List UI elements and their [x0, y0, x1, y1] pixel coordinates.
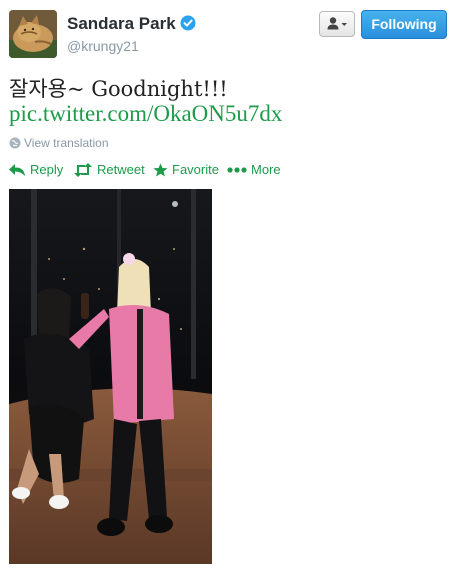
- star-icon: [153, 163, 168, 177]
- retweet-icon: [74, 163, 92, 177]
- cat-avatar-image: [9, 10, 57, 58]
- night-photo-image: [9, 189, 212, 564]
- display-name-text[interactable]: Sandara Park: [67, 14, 176, 33]
- tweet-media-link[interactable]: pic.twitter.com/OkaON5u7dx: [9, 101, 282, 127]
- following-button[interactable]: Following: [361, 10, 447, 39]
- globe-icon: [9, 137, 21, 149]
- favorite-label[interactable]: Favorite: [172, 162, 219, 177]
- verified-badge-icon: [180, 15, 196, 31]
- display-name[interactable]: Sandara Park: [67, 14, 196, 34]
- reply-action[interactable]: Reply: [8, 160, 63, 180]
- favorite-action[interactable]: Favorite: [153, 160, 219, 180]
- more-label[interactable]: More: [251, 162, 281, 177]
- person-dropdown-icon: [327, 17, 347, 30]
- retweet-action[interactable]: Retweet: [73, 160, 145, 180]
- retweet-label[interactable]: Retweet: [97, 162, 145, 177]
- more-dots-icon: [227, 167, 247, 173]
- tweet-photo[interactable]: [9, 189, 212, 564]
- reply-label[interactable]: Reply: [30, 162, 63, 177]
- tweet-text: 잘자용~ Goodnight!!!: [9, 77, 228, 101]
- view-translation-label[interactable]: View translation: [24, 136, 109, 150]
- avatar[interactable]: [9, 10, 57, 58]
- reply-icon: [9, 164, 25, 176]
- tweet-card: Sandara Park @krungy21 Following 잘자용~ Go…: [0, 0, 454, 575]
- view-translation[interactable]: View translation: [9, 136, 109, 150]
- username[interactable]: @krungy21: [67, 38, 139, 54]
- user-actions-button[interactable]: [319, 11, 355, 37]
- more-action[interactable]: More: [227, 160, 281, 180]
